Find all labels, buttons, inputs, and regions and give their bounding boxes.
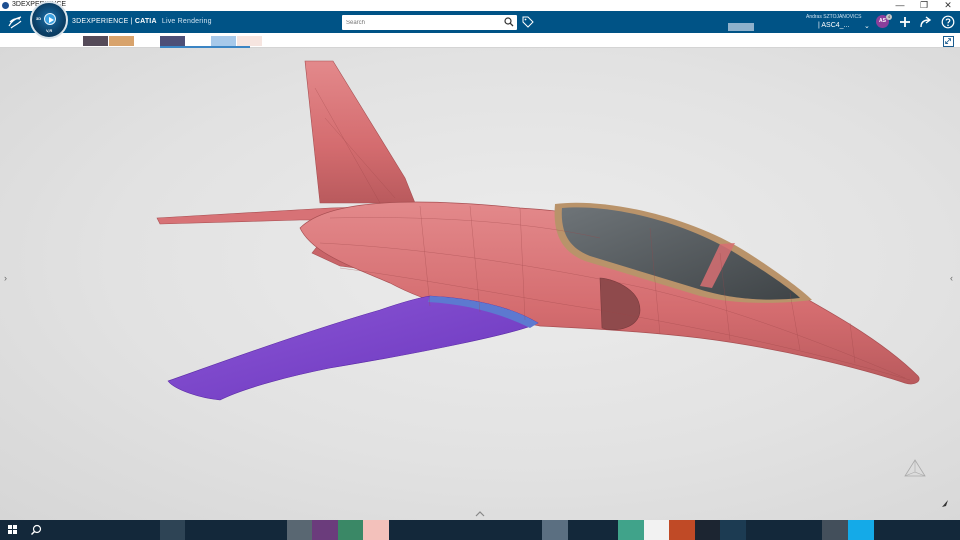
dassault-logo-icon[interactable] — [6, 13, 24, 31]
aircraft-model[interactable] — [0, 48, 960, 520]
tenant-selector[interactable]: | ASC4_... — [818, 22, 849, 29]
wing-selected[interactable] — [167, 295, 539, 401]
action-bar-section[interactable] — [237, 36, 262, 46]
view-compass-icon[interactable] — [903, 458, 927, 480]
compass-widget[interactable]: 3D V,R — [30, 1, 68, 39]
compass-3d-label: 3D — [36, 16, 42, 21]
window-titlebar: 3DEXPERIENCE — ❐ ✕ — [0, 0, 960, 11]
cursor-icon — [942, 500, 948, 507]
taskbar-app[interactable] — [160, 520, 185, 540]
taskbar-app[interactable] — [338, 520, 363, 540]
chevron-down-icon[interactable]: ⌄ — [864, 22, 870, 30]
app-icon — [2, 2, 9, 9]
close-button[interactable]: ✕ — [936, 0, 960, 11]
taskbar-app[interactable] — [720, 520, 746, 540]
tag-icon[interactable] — [522, 16, 534, 28]
minimize-button[interactable]: — — [888, 0, 912, 11]
restore-button[interactable]: ❐ — [912, 0, 936, 11]
3d-viewport[interactable]: › ‹ — [0, 48, 960, 520]
notification-chip[interactable] — [728, 23, 754, 31]
right-panel-arrow[interactable]: ‹ — [950, 273, 953, 283]
taskbar-app[interactable] — [312, 520, 338, 540]
top-bar: 3DEXPERIENCE | CATIA Live Rendering Andr… — [0, 11, 960, 33]
windows-start-icon[interactable] — [8, 525, 17, 534]
app-name: CATIA — [134, 18, 157, 25]
help-icon[interactable] — [941, 15, 955, 29]
chevron-up-icon[interactable] — [474, 510, 486, 518]
play-icon[interactable] — [44, 13, 56, 25]
share-icon[interactable] — [919, 15, 933, 29]
app-title: 3DEXPERIENCE | CATIA Live Rendering — [72, 18, 212, 25]
brand-label: 3DEXPERIENCE — [72, 18, 129, 25]
taskbar-app[interactable] — [848, 520, 874, 540]
taskbar-app[interactable] — [644, 520, 670, 540]
taskbar-app[interactable] — [287, 520, 312, 540]
action-bar-section[interactable] — [109, 36, 134, 46]
fullscreen-icon[interactable] — [943, 36, 954, 47]
search-icon[interactable] — [504, 17, 514, 27]
search-field[interactable] — [342, 15, 517, 30]
taskbar — [0, 520, 960, 540]
action-bar-section[interactable] — [160, 36, 185, 46]
action-bar — [0, 33, 960, 48]
vertical-stabilizer — [304, 60, 416, 204]
taskbar-app[interactable] — [618, 520, 644, 540]
search-input[interactable] — [346, 17, 496, 28]
taskbar-app[interactable] — [822, 520, 848, 540]
compass-vr-label: V,R — [46, 28, 53, 33]
avatar-badge: 4 — [886, 14, 892, 20]
taskbar-app[interactable] — [669, 520, 695, 540]
app-module: Live Rendering — [161, 18, 212, 25]
user-name: Andras SZTOJANOVICS — [806, 14, 862, 20]
taskbar-app[interactable] — [695, 520, 721, 540]
taskbar-app[interactable] — [542, 520, 568, 540]
action-bar-section[interactable] — [83, 36, 108, 46]
action-bar-section[interactable] — [211, 36, 236, 46]
taskbar-search-icon[interactable] — [30, 524, 42, 536]
left-panel-arrow[interactable]: › — [4, 273, 7, 283]
taskbar-app[interactable] — [363, 520, 389, 540]
add-icon[interactable] — [898, 15, 912, 29]
title-separator: | — [130, 18, 133, 25]
